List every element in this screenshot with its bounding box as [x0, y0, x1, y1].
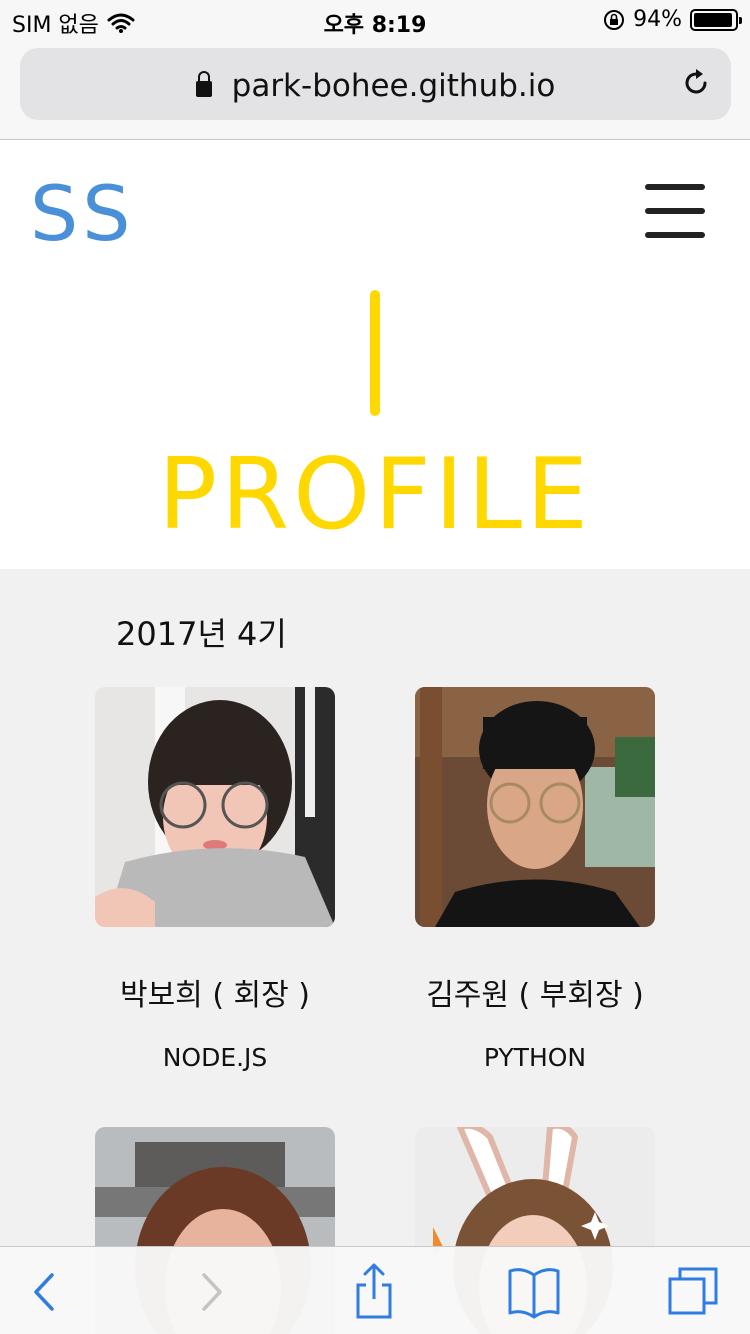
status-bar: SIM 없음 오후 8:19 94%	[0, 0, 750, 40]
browser-toolbar	[0, 1246, 750, 1334]
forward-icon[interactable]	[180, 1261, 240, 1321]
profile-photo	[95, 687, 335, 927]
url-display[interactable]: park-bohee.github.io	[20, 68, 731, 104]
site-logo[interactable]: SS	[30, 176, 134, 252]
back-icon[interactable]	[14, 1261, 74, 1321]
page-title: PROFILE	[157, 438, 593, 552]
member-skill: PYTHON	[483, 1043, 587, 1072]
battery-icon	[690, 8, 742, 31]
member-skill: NODE.JS	[162, 1043, 268, 1072]
share-icon[interactable]	[344, 1261, 404, 1321]
member-name: 박보희 ( 회장 )	[119, 978, 311, 1013]
profile-card[interactable]: 김주원 ( 부회장 ) PYTHON	[415, 687, 655, 1072]
tabs-icon[interactable]	[664, 1261, 724, 1321]
bookmarks-icon[interactable]	[504, 1261, 564, 1321]
battery-percent: 94%	[633, 7, 682, 32]
hero-accent-line	[370, 290, 380, 416]
battery-level	[694, 12, 732, 27]
profile-photo	[415, 687, 655, 927]
section-title: 2017년 4기	[116, 615, 287, 653]
lock-icon	[195, 71, 212, 97]
address-bar[interactable]: park-bohee.github.io	[20, 48, 731, 120]
reload-icon[interactable]	[681, 68, 711, 98]
orientation-lock-icon	[604, 9, 625, 30]
browser-address-area: park-bohee.github.io	[0, 40, 750, 140]
member-name: 김주원 ( 부회장 )	[426, 978, 644, 1013]
status-right: 94%	[603, 7, 742, 32]
profile-card[interactable]: 박보희 ( 회장 ) NODE.JS	[95, 687, 335, 1072]
url-text: park-bohee.github.io	[231, 68, 556, 104]
hamburger-menu-icon[interactable]	[645, 184, 705, 240]
profile-section: 2017년 4기 박보희 ( 회장 ) NODE.JS 김주원 (부회장) …	[0, 569, 750, 1334]
